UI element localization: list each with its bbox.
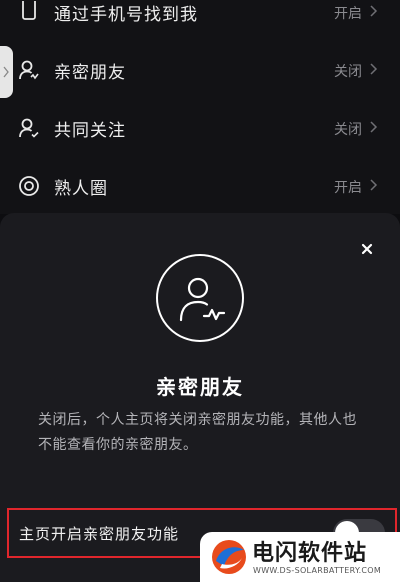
settings-row-label: 通过手机号找到我 [54, 5, 198, 25]
settings-row-label: 共同关注 [54, 121, 126, 141]
settings-row-close-friends[interactable]: 亲密朋友 关闭 [0, 40, 400, 98]
settings-row-acquaintance-circle[interactable]: 熟人圈 开启 [0, 156, 400, 214]
sheet-title: 亲密朋友 [156, 375, 244, 399]
chevron-right-icon [3, 66, 9, 78]
settings-row-value: 关闭 [334, 64, 362, 80]
chevron-right-icon [370, 5, 378, 17]
settings-row-label: 亲密朋友 [54, 63, 126, 83]
site-watermark: 电闪软件站 WWW.DS-SOLARBATTERY.COM [200, 532, 400, 582]
person-pulse-icon [156, 254, 244, 342]
toggle-label: 主页开启亲密朋友功能 [19, 525, 180, 543]
chevron-right-icon [370, 121, 378, 133]
phone-icon [22, 1, 36, 20]
settings-row-value: 开启 [334, 180, 362, 196]
watermark-name: 电闪软件站 [252, 541, 368, 566]
chevron-right-icon [370, 63, 378, 75]
person-icon [19, 118, 39, 138]
settings-row-value: 关闭 [334, 122, 362, 138]
chevron-right-icon [370, 179, 378, 191]
close-icon[interactable] [356, 238, 378, 260]
settings-row-find-by-phone[interactable]: 通过手机号找到我 开启 [0, 0, 400, 40]
settings-row-label: 熟人圈 [54, 179, 108, 199]
sheet-description: 关闭后，个人主页将关闭亲密朋友功能，其他人也不能查看你的亲密朋友。 [38, 412, 357, 453]
settings-list: 通过手机号找到我 开启 亲密朋友 关闭 共同关注 关闭 熟人圈 开启 [0, 0, 400, 214]
side-drawer-handle[interactable] [0, 46, 13, 98]
settings-row-value: 开启 [334, 6, 362, 22]
watermark-url: WWW.DS-SOLARBATTERY.COM [253, 566, 382, 575]
person-icon [19, 60, 39, 80]
settings-row-mutual-follows[interactable]: 共同关注 关闭 [0, 98, 400, 156]
circle-target-icon [19, 176, 39, 196]
lightning-logo-icon [212, 540, 246, 574]
